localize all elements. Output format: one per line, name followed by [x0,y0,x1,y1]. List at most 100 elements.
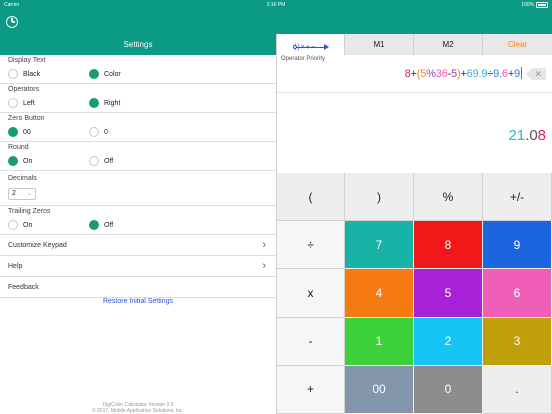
radio-trailing-off[interactable] [89,220,99,230]
radio-00[interactable] [8,127,18,137]
display-text-label: Display Text [8,57,46,64]
left-label: Left [23,99,35,107]
calculator-panel: ()×+− M1 M2 Clear Operator Priority 8+(5… [277,34,552,414]
result-display: 21.08 [508,127,546,144]
expression-display: 8+(5%36-5)+69.9÷9.6+9 [405,67,522,80]
customize-keypad-row[interactable]: Customize Keypad › [0,235,276,256]
trailing-zeros-off-option[interactable]: Off [89,220,113,230]
round-label: Round [8,144,29,151]
radio-color[interactable] [89,69,99,79]
trailing-off-label: Off [104,221,114,229]
double-zero-label: 00 [23,128,31,136]
chevron-right-icon: › [262,239,266,251]
display-text-group: Display Text Black Color [0,55,276,84]
feedback-row[interactable]: Feedback [0,277,276,298]
key-2[interactable]: 2 [414,317,483,366]
result-token: 8 [537,127,546,144]
result-token: 0 [529,127,538,144]
operator-priority-label: Operator Priority [281,56,326,62]
zero-button-00-option[interactable]: 00 [8,127,31,137]
radio-right[interactable] [89,98,99,108]
key-percent[interactable]: % [414,173,483,222]
key-double-zero[interactable]: 00 [345,365,414,414]
key-minus[interactable]: - [277,317,345,366]
operators-left-option[interactable]: Left [8,98,35,108]
key-decimal[interactable]: . [483,365,552,414]
version-info: DigiColor Calculator Version 2.0 © 2017,… [0,402,276,414]
radio-black[interactable] [8,69,18,79]
expression-token: 69 [466,68,479,80]
key-close-paren[interactable]: ) [345,173,414,222]
radio-trailing-on[interactable] [8,220,18,230]
key-plus[interactable]: + [277,365,345,414]
battery-percent: 100% [521,2,534,8]
zero-button-group: Zero Button 00 0 [0,113,276,142]
radio-round-on[interactable] [8,156,18,166]
key-0[interactable]: 0 [414,365,483,414]
backspace-icon[interactable]: ✕ [526,68,546,80]
text-cursor [521,67,522,79]
help-label: Help [8,263,23,270]
round-on-option[interactable]: On [8,156,32,166]
customize-keypad-label: Customize Keypad [8,242,67,249]
decimals-select[interactable]: 2 ⌄ [8,188,36,200]
expression-token: 9 [514,68,520,80]
key-9[interactable]: 9 [483,221,552,270]
settings-panel: Settings Display Text Black Color Operat… [0,34,276,414]
trailing-zeros-on-option[interactable]: On [8,220,32,230]
operators-label: Operators [8,86,40,93]
keypad: ()%+/-÷789x456-123+000.= [277,173,552,414]
key-3[interactable]: 3 [483,317,552,366]
round-on-label: On [23,157,33,165]
status-bar: Carrier 2:16 PM 100% [0,0,552,10]
key-open-paren[interactable]: ( [277,173,345,222]
trailing-on-label: On [23,221,33,229]
operators-group: Operators Left Right [0,84,276,113]
display-text-color-option[interactable]: Color [89,69,121,79]
trailing-zeros-label: Trailing Zeros [8,208,51,215]
radio-round-off[interactable] [89,156,99,166]
key-5[interactable]: 5 [414,269,483,318]
settings-title: Settings [0,34,276,55]
battery-icon [536,2,548,8]
calculator-toolbar: ()×+− M1 M2 Clear [277,34,552,55]
display-separator [277,92,552,93]
right-label: Right [104,99,121,107]
key-8[interactable]: 8 [414,221,483,270]
m1-button[interactable]: M1 [345,34,414,55]
expression-token: 36 [435,68,448,80]
trailing-zeros-group: Trailing Zeros On Off [0,206,276,235]
radio-left[interactable] [8,98,18,108]
m2-button[interactable]: M2 [414,34,483,55]
key-divide[interactable]: ÷ [277,221,345,270]
zero-label: 0 [104,128,108,136]
restore-settings-link[interactable]: Restore Initial Settings [0,298,276,305]
round-group: Round On Off [0,142,276,171]
result-token: 21 [508,127,526,144]
radio-0[interactable] [89,127,99,137]
history-clock-icon[interactable] [6,16,18,28]
key-plus-minus[interactable]: +/- [483,173,552,222]
operators-right-option[interactable]: Right [89,98,120,108]
key-multiply[interactable]: x [277,269,345,318]
round-off-label: Off [104,157,114,165]
key-1[interactable]: 1 [345,317,414,366]
copyright-line: © 2017, Mobile Application Solutions, In… [91,408,185,414]
black-label: Black [23,70,41,78]
expression-token: % [426,68,436,80]
zero-button-0-option[interactable]: 0 [89,127,108,137]
display-text-black-option[interactable]: Black [8,69,40,79]
clear-button[interactable]: Clear [483,34,552,55]
key-6[interactable]: 6 [483,269,552,318]
operator-priority-button[interactable]: ()×+− [277,34,345,55]
zero-button-label: Zero Button [8,115,45,122]
help-row[interactable]: Help › [0,256,276,277]
color-label: Color [104,70,121,78]
decimals-value: 2 [12,190,16,197]
round-off-option[interactable]: Off [89,156,113,166]
decimals-label: Decimals [8,175,37,182]
decimals-group: Decimals 2 ⌄ [0,171,276,206]
key-7[interactable]: 7 [345,221,414,270]
key-4[interactable]: 4 [345,269,414,318]
chevron-right-icon: › [262,260,266,272]
